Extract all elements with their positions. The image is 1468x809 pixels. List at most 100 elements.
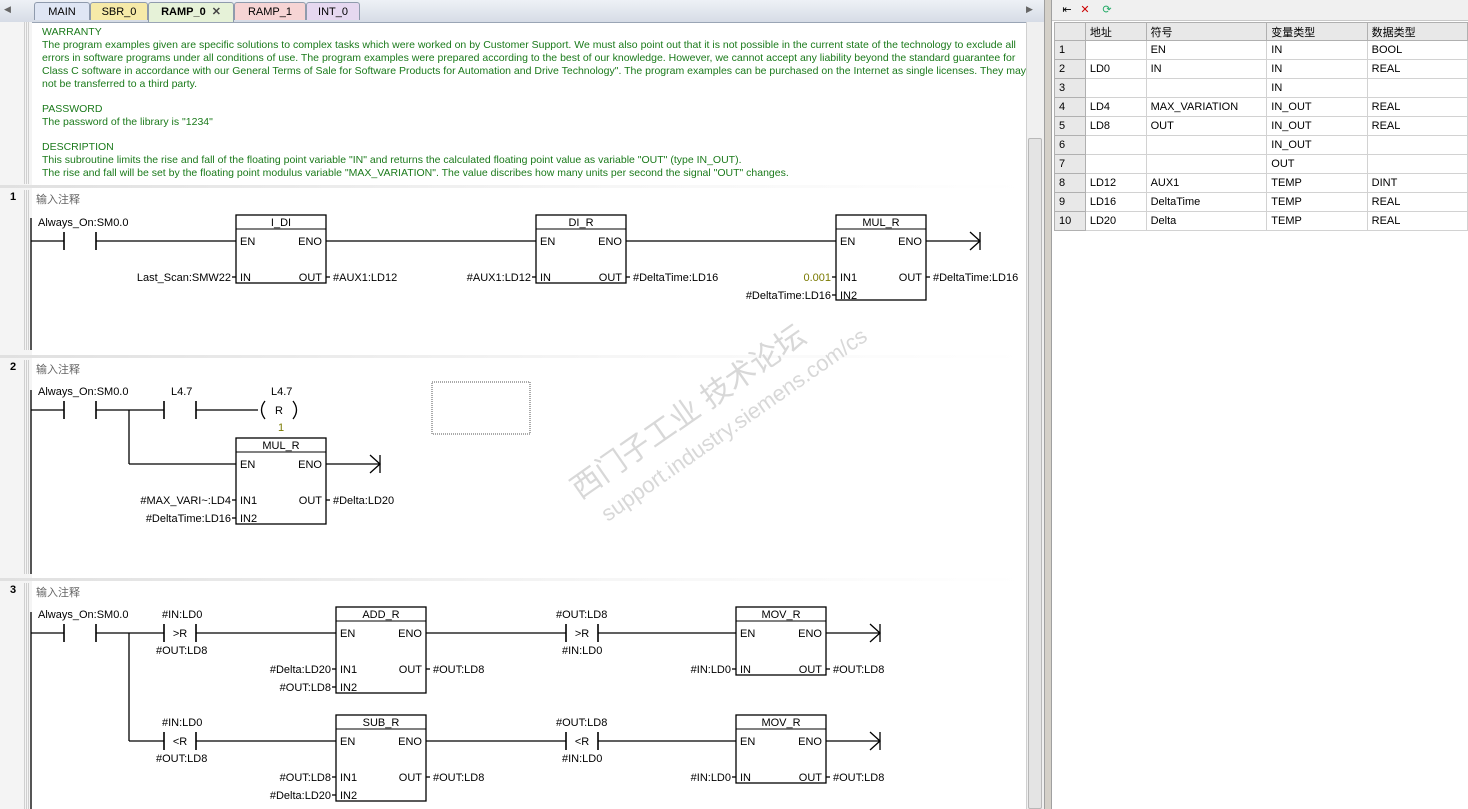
col-var-type[interactable]: 变量类型	[1266, 22, 1368, 41]
selection-box[interactable]	[431, 381, 531, 435]
row-number[interactable]: 2	[1054, 59, 1086, 79]
cell-data-type[interactable]	[1366, 135, 1468, 155]
compare-operand: #IN:LD0	[162, 717, 202, 729]
row-number[interactable]: 4	[1054, 97, 1086, 117]
pin-label: EN	[340, 736, 355, 748]
cell-data-type[interactable]: BOOL	[1366, 40, 1468, 60]
table-row[interactable]: 6 IN_OUT	[1054, 135, 1468, 155]
cell-data-type[interactable]: DINT	[1366, 173, 1468, 193]
pin-label: OUT	[799, 772, 823, 784]
pin-label: IN2	[340, 682, 357, 694]
cell-address[interactable]	[1084, 40, 1147, 60]
table-row[interactable]: 1 EN IN BOOL	[1054, 40, 1468, 60]
pin-label: IN1	[340, 772, 357, 784]
table-row[interactable]: 7 OUT	[1054, 154, 1468, 174]
row-number[interactable]: 3	[1054, 78, 1086, 98]
cell-address[interactable]	[1084, 78, 1147, 98]
cell-symbol[interactable]: EN	[1145, 40, 1268, 60]
cell-address[interactable]	[1084, 135, 1147, 155]
cell-symbol[interactable]	[1145, 78, 1268, 98]
cell-symbol[interactable]: IN	[1145, 59, 1268, 79]
table-row[interactable]: 5 LD8 OUT IN_OUT REAL	[1054, 116, 1468, 136]
scrollbar-thumb[interactable]	[1028, 138, 1042, 809]
cell-data-type[interactable]: REAL	[1366, 116, 1468, 136]
table-row[interactable]: 9 LD16 DeltaTime TEMP REAL	[1054, 192, 1468, 212]
cell-data-type[interactable]: REAL	[1366, 192, 1468, 212]
contact-label: Always_On:SM0.0	[38, 609, 128, 621]
table-row[interactable]: 4 LD4 MAX_VARIATION IN_OUT REAL	[1054, 97, 1468, 117]
cell-var-type[interactable]: IN	[1266, 59, 1368, 79]
row-number[interactable]: 5	[1054, 116, 1086, 136]
pin-label: IN2	[240, 513, 257, 525]
row-number[interactable]: 1	[1054, 40, 1086, 60]
cell-var-type[interactable]: TEMP	[1266, 192, 1368, 212]
col-address[interactable]: 地址	[1084, 22, 1147, 41]
block-title: I_DI	[271, 217, 291, 229]
pane-splitter[interactable]	[1044, 0, 1052, 809]
compare-operand: #IN:LD0	[162, 609, 202, 621]
cell-symbol[interactable]: OUT	[1145, 116, 1268, 136]
cell-var-type[interactable]: IN	[1266, 40, 1368, 60]
pin-label: ENO	[898, 236, 922, 248]
cell-var-type[interactable]: IN_OUT	[1266, 116, 1368, 136]
cell-address[interactable]: LD20	[1084, 211, 1147, 231]
col-symbol[interactable]: 符号	[1145, 22, 1268, 41]
cell-symbol[interactable]: DeltaTime	[1145, 192, 1268, 212]
operand: #AUX1:LD12	[467, 272, 531, 284]
cell-var-type[interactable]: IN	[1266, 78, 1368, 98]
operand: #Delta:LD20	[333, 495, 394, 507]
pin-label: OUT	[799, 664, 823, 676]
constant-operand: 0.001	[803, 272, 831, 284]
compare-operand: #OUT:LD8	[156, 753, 207, 765]
table-row[interactable]: 3 IN	[1054, 78, 1468, 98]
tab-scroll-right-icon[interactable]: ▶	[1026, 4, 1033, 15]
table-row[interactable]: 10 LD20 Delta TEMP REAL	[1054, 211, 1468, 231]
cell-data-type[interactable]	[1366, 78, 1468, 98]
compare-operand: #IN:LD0	[562, 645, 602, 657]
pin-label: ENO	[298, 459, 322, 471]
row-number[interactable]: 6	[1054, 135, 1086, 155]
cell-var-type[interactable]: IN_OUT	[1266, 135, 1368, 155]
pin-label: IN1	[840, 272, 857, 284]
cell-symbol[interactable]: AUX1	[1145, 173, 1268, 193]
operand: #AUX1:LD12	[333, 272, 397, 284]
cell-symbol[interactable]	[1145, 135, 1268, 155]
cell-data-type[interactable]: REAL	[1366, 59, 1468, 79]
operand: #MAX_VARI~:LD4	[140, 495, 231, 507]
cell-var-type[interactable]: IN_OUT	[1266, 97, 1368, 117]
refresh-icon[interactable]: ⟳	[1100, 3, 1114, 17]
operand: #IN:LD0	[691, 664, 731, 676]
cell-address[interactable]: LD8	[1084, 116, 1147, 136]
row-number[interactable]: 9	[1054, 192, 1086, 212]
row-number[interactable]: 7	[1054, 154, 1086, 174]
compare-operand: #OUT:LD8	[156, 645, 207, 657]
insert-row-icon[interactable]: ⇤	[1060, 3, 1074, 17]
cell-var-type[interactable]: OUT	[1266, 154, 1368, 174]
cell-address[interactable]: LD16	[1084, 192, 1147, 212]
row-number[interactable]: 8	[1054, 173, 1086, 193]
cell-var-type[interactable]: TEMP	[1266, 211, 1368, 231]
pin-label: OUT	[299, 495, 323, 507]
cell-address[interactable]: LD4	[1084, 97, 1147, 117]
coil-count: 1	[278, 422, 284, 434]
contact-label: Always_On:SM0.0	[38, 386, 128, 398]
cell-data-type[interactable]: REAL	[1366, 211, 1468, 231]
cell-symbol[interactable]	[1145, 154, 1268, 174]
cell-address[interactable]: LD0	[1084, 59, 1147, 79]
corner-cell	[1054, 22, 1086, 41]
ladder-diagram: Always_On:SM0.0 I_DI EN ENO IN OUT Last_…	[30, 214, 1018, 809]
cell-address[interactable]: LD12	[1084, 173, 1147, 193]
table-row[interactable]: 8 LD12 AUX1 TEMP DINT	[1054, 173, 1468, 193]
cell-symbol[interactable]: Delta	[1145, 211, 1268, 231]
cell-data-type[interactable]	[1366, 154, 1468, 174]
pin-label: IN1	[240, 495, 257, 507]
cell-address[interactable]	[1084, 154, 1147, 174]
delete-row-icon[interactable]: ✕	[1078, 3, 1092, 17]
col-data-type[interactable]: 数据类型	[1366, 22, 1468, 41]
table-row[interactable]: 2 LD0 IN IN REAL	[1054, 59, 1468, 79]
cell-symbol[interactable]: MAX_VARIATION	[1145, 97, 1268, 117]
cell-data-type[interactable]: REAL	[1366, 97, 1468, 117]
pin-label: OUT	[399, 772, 423, 784]
row-number[interactable]: 10	[1054, 211, 1086, 231]
cell-var-type[interactable]: TEMP	[1266, 173, 1368, 193]
